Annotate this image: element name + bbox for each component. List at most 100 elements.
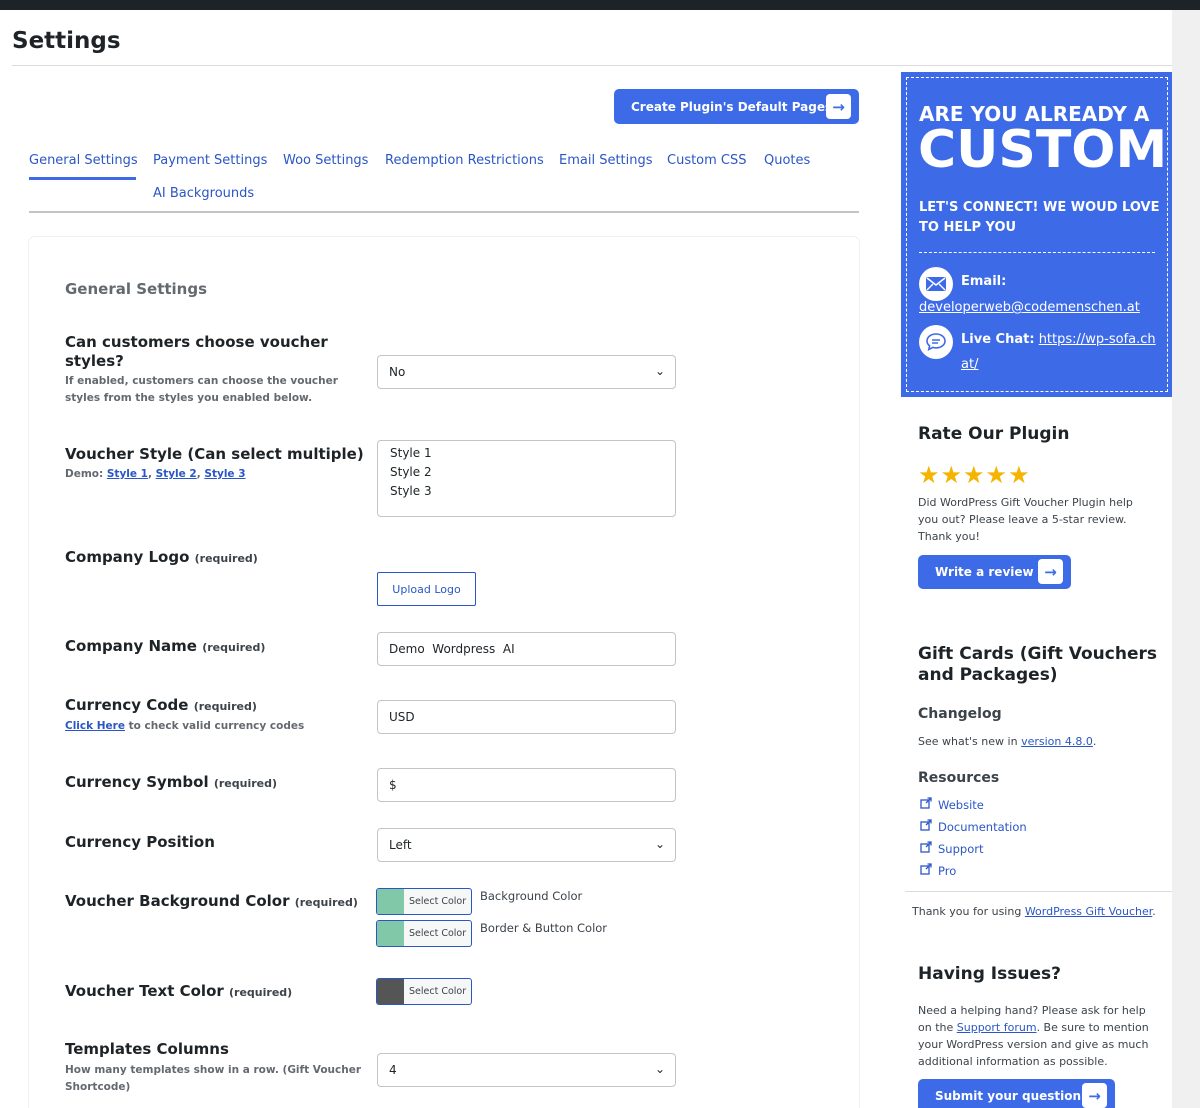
company-name-label: Company Name (required): [65, 637, 265, 657]
templates-columns-select[interactable]: 4 ⌄: [377, 1053, 676, 1087]
promo-divider: [919, 252, 1155, 253]
chat-label-text: Live Chat:: [961, 332, 1035, 347]
voucher-bg-color-label: Voucher Background Color (required): [65, 892, 358, 912]
tab-quotes[interactable]: Quotes: [764, 153, 810, 168]
currency-code-desc: Click Here to check valid currency codes: [65, 718, 304, 735]
voucher-styles-choice-select[interactable]: No ⌄: [377, 355, 676, 389]
thanks-suffix: .: [1152, 905, 1156, 918]
resource-label: Pro: [938, 863, 957, 878]
select-color-label: Select Color: [409, 928, 467, 939]
demo-style-3-link[interactable]: Style 3: [204, 468, 245, 480]
changelog-title: Changelog: [918, 706, 1002, 722]
desc-line-1: If enabled, customers can choose the vou…: [65, 375, 338, 387]
voucher-style-demo: Demo: Style 1, Style 2, Style 3: [65, 468, 246, 480]
submit-question-label: Submit your question: [935, 1089, 1082, 1103]
email-row: developerweb@codemenschen.at: [919, 295, 1159, 320]
resource-label: Website: [938, 797, 984, 812]
resource-documentation-link[interactable]: Documentation: [920, 819, 1027, 834]
company-name-input[interactable]: Demo Wordpress AI: [377, 632, 676, 666]
background-color-caption: Background Color: [480, 889, 583, 903]
changelog-text: See what's new in version 4.8.0.: [918, 733, 1096, 750]
voucher-styles-choice-desc: If enabled, customers can choose the vou…: [65, 373, 338, 407]
label-text: Voucher Background Color: [65, 892, 290, 910]
external-link-icon: [920, 797, 932, 812]
voucher-styles-choice-label: Can customers choose voucher styles?: [65, 333, 328, 371]
live-chat-row: Live Chat: https://wp-sofa.chat/: [919, 327, 1159, 377]
resources-title: Resources: [918, 770, 1000, 786]
label-text: Company Name: [65, 637, 197, 655]
style-option[interactable]: Style 1: [390, 444, 663, 463]
tab-redemption-restrictions[interactable]: Redemption Restrictions: [385, 153, 544, 168]
voucher-style-multiselect[interactable]: Style 1 Style 2 Style 3: [377, 440, 676, 517]
section-title: General Settings: [65, 280, 208, 298]
select-color-label: Select Color: [409, 986, 467, 997]
color-swatch: [377, 921, 404, 946]
tab-woo-settings[interactable]: Woo Settings: [283, 153, 368, 168]
label-text: Voucher Text Color: [65, 982, 224, 1000]
currency-position-label: Currency Position: [65, 833, 215, 851]
arrow-right-icon: →: [1038, 559, 1063, 584]
resource-website-link[interactable]: Website: [920, 797, 984, 812]
create-default-pages-label: Create Plugin's Default Pages: [631, 99, 833, 114]
border-button-color-picker[interactable]: Select Color: [376, 920, 472, 947]
tabs-divider: [29, 211, 859, 213]
voucher-style-label: Voucher Style (Can select multiple): [65, 445, 364, 463]
currency-code-input[interactable]: USD: [377, 700, 676, 734]
thanks-text: Thank you for using WordPress Gift Vouch…: [912, 903, 1156, 920]
chevron-down-icon: ⌄: [654, 1062, 665, 1076]
support-forum-link[interactable]: Support forum: [957, 1021, 1037, 1034]
style-option[interactable]: Style 3: [390, 482, 663, 501]
text-color-picker[interactable]: Select Color: [376, 978, 472, 1005]
input-value: Demo Wordpress AI: [389, 642, 515, 656]
changelog-suffix: .: [1092, 735, 1097, 748]
desc-line-2: Shortcode): [65, 1081, 131, 1093]
promo-big-heading: CUSTOMER: [918, 120, 1172, 180]
wordpress-gift-voucher-link[interactable]: WordPress Gift Voucher: [1025, 905, 1152, 918]
currency-position-select[interactable]: Left ⌄: [377, 828, 676, 862]
title-divider: [12, 65, 1172, 66]
demo-prefix: Demo:: [65, 468, 104, 480]
resource-support-link[interactable]: Support: [920, 841, 983, 856]
submit-question-button[interactable]: Submit your question →: [918, 1079, 1115, 1108]
chevron-down-icon: ⌄: [654, 837, 665, 851]
customer-promo-box: ARE YOU ALREADY A CUSTOMER LET'S CONNECT…: [901, 72, 1172, 397]
tab-custom-css[interactable]: Custom CSS: [667, 153, 747, 168]
external-link-icon: [920, 841, 932, 856]
tab-payment-settings[interactable]: Payment Settings: [153, 153, 267, 168]
required-note: (required): [294, 896, 358, 909]
select-value: Left: [389, 838, 412, 852]
tab-email-settings[interactable]: Email Settings: [559, 153, 653, 168]
required-note: (required): [213, 777, 278, 790]
star-rating-icon: ★★★★★: [918, 461, 1031, 489]
external-link-icon: [920, 819, 932, 834]
currency-codes-link[interactable]: Click Here: [65, 720, 125, 732]
currency-symbol-label: Currency Symbol (required): [65, 773, 277, 793]
tab-ai-backgrounds[interactable]: AI Backgrounds: [153, 186, 254, 201]
resource-pro-link[interactable]: Pro: [920, 863, 956, 878]
having-issues-text: Need a helping hand? Please ask for help…: [918, 1002, 1158, 1070]
create-default-pages-button[interactable]: Create Plugin's Default Pages →: [614, 89, 859, 124]
select-value: No: [389, 365, 406, 379]
demo-style-1-link[interactable]: Style 1: [107, 468, 148, 480]
label-text: Currency Code: [65, 696, 189, 714]
currency-symbol-input[interactable]: $: [377, 768, 676, 802]
style-option[interactable]: Style 2: [390, 463, 663, 482]
write-review-label: Write a review: [935, 565, 1034, 579]
having-issues-title: Having Issues?: [918, 964, 1061, 984]
color-swatch: [377, 889, 404, 914]
tab-general-settings[interactable]: General Settings: [29, 153, 138, 168]
rate-plugin-text: Did WordPress Gift Voucher Plugin help y…: [918, 496, 1133, 543]
write-review-button[interactable]: Write a review →: [918, 555, 1071, 589]
page-title: Settings: [12, 28, 121, 54]
background-color-picker[interactable]: Select Color: [376, 888, 472, 915]
active-tab-indicator: [29, 177, 136, 180]
changelog-version-link[interactable]: version 4.8.0: [1021, 735, 1093, 748]
currency-code-label: Currency Code (required): [65, 696, 257, 716]
label-text: Company Logo: [65, 548, 190, 566]
upload-logo-button[interactable]: Upload Logo: [377, 572, 476, 606]
label-line-1: Can customers choose voucher: [65, 333, 328, 351]
resource-label: Support: [938, 841, 984, 856]
demo-style-2-link[interactable]: Style 2: [156, 468, 197, 480]
email-link[interactable]: developerweb@codemenschen.at: [919, 300, 1140, 315]
email-label-text: Email:: [961, 274, 1007, 289]
